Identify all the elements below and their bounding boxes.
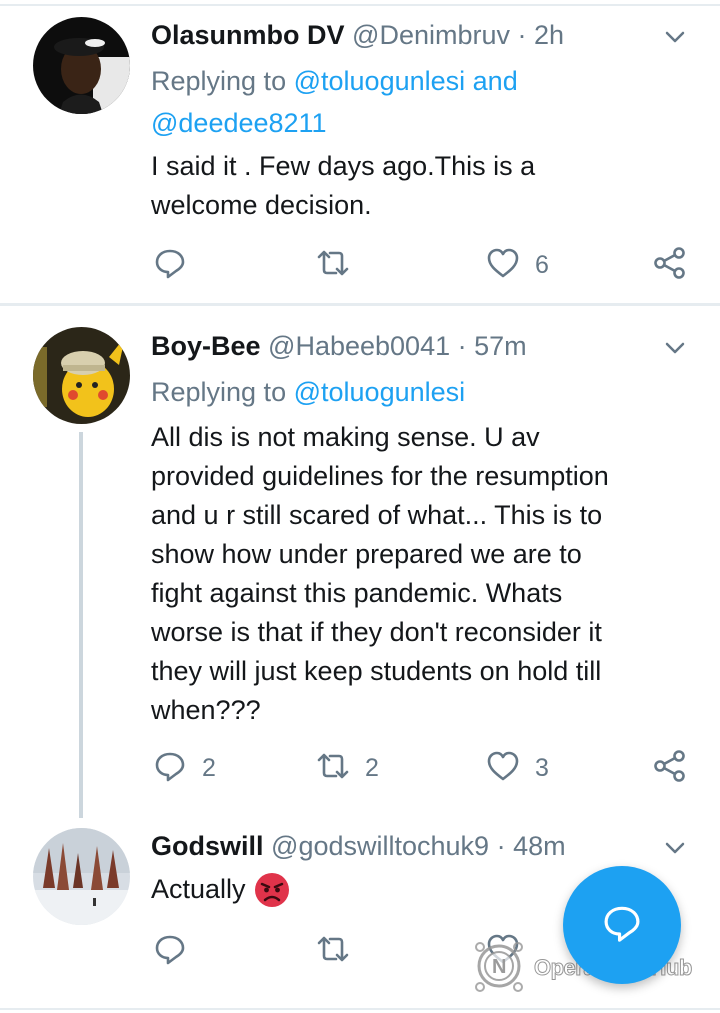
tweet-text-line: when???: [151, 695, 261, 725]
retweet-button[interactable]: 2: [315, 746, 379, 790]
tweet-text-line: and u r still scared of what... This is …: [151, 500, 603, 530]
avatar[interactable]: [33, 327, 130, 424]
compose-reply-icon: [600, 901, 644, 950]
reply-prefix: Replying to: [151, 66, 287, 96]
like-count: 6: [535, 250, 549, 279]
divider: [0, 303, 720, 306]
tweet-actions: 2 2 3: [0, 746, 720, 790]
chevron-down-icon[interactable]: [660, 833, 690, 863]
reply-button[interactable]: [152, 929, 188, 973]
tweet-text-line: worse is that if they don't reconsider i…: [151, 617, 602, 647]
tweet-text-line: provided guidelines for the resumption: [151, 461, 609, 491]
like-count: 3: [535, 753, 549, 782]
reply-and[interactable]: and: [473, 66, 518, 96]
retweet-icon: [315, 748, 351, 789]
timestamp[interactable]: 57m: [474, 331, 527, 361]
retweet-button[interactable]: [315, 929, 351, 973]
divider: [0, 1008, 720, 1010]
compose-reply-button[interactable]: [563, 866, 681, 984]
separator: ·: [517, 20, 527, 50]
tweet-text-line: Actually: [151, 874, 246, 904]
avatar[interactable]: [33, 828, 130, 925]
replying-to: Replying to @toluogunlesi: [151, 371, 691, 413]
tweet-text-line: I said it . Few days ago.This is a: [151, 151, 536, 181]
tweet-text-line: All dis is not making sense. U av: [151, 422, 540, 452]
timestamp[interactable]: 2h: [534, 20, 564, 50]
user-handle[interactable]: @Denimbruv: [352, 20, 510, 50]
separator: ·: [457, 331, 467, 361]
divider: [0, 4, 720, 6]
retweet-count: 2: [365, 753, 379, 782]
separator: ·: [496, 831, 506, 861]
tweet-actions: 6: [0, 243, 720, 287]
mention-link[interactable]: @deedee8211: [151, 108, 327, 138]
retweet-icon: [315, 245, 351, 286]
share-icon: [652, 245, 688, 286]
share-icon: [652, 748, 688, 789]
like-button[interactable]: 3: [485, 746, 549, 790]
display-name[interactable]: Godswill: [151, 831, 264, 861]
reply-prefix: Replying to: [151, 377, 287, 407]
like-icon: [485, 245, 521, 286]
like-button[interactable]: 6: [485, 243, 549, 287]
tweet-text-line: welcome decision.: [151, 190, 372, 220]
tweet-text-line: fight against this pandemic. Whats: [151, 578, 563, 608]
reply-count: 2: [202, 753, 216, 782]
tweet-text: I said it . Few days ago.This is a welco…: [151, 147, 691, 225]
tweet-text: All dis is not making sense. U av provid…: [151, 418, 691, 730]
user-handle[interactable]: @godswilltochuk9: [271, 831, 489, 861]
reply-button[interactable]: [152, 243, 202, 287]
reply-icon: [152, 931, 188, 972]
tweet-header: Boy-Bee @Habeeb0041 · 57m: [151, 328, 527, 364]
svg-text:N: N: [492, 956, 506, 978]
replying-to: Replying to @toluogunlesi and @deedee821…: [151, 60, 691, 144]
display-name[interactable]: Olasunmbo DV: [151, 20, 345, 50]
share-button[interactable]: [652, 243, 688, 287]
display-name[interactable]: Boy-Bee: [151, 331, 261, 361]
share-button[interactable]: [652, 746, 688, 790]
retweet-button[interactable]: [315, 243, 365, 287]
reply-icon: [152, 748, 188, 789]
watermark-logo-icon: N: [470, 937, 528, 1000]
tweet-header: Olasunmbo DV @Denimbruv · 2h: [151, 17, 564, 53]
chevron-down-icon[interactable]: [660, 333, 690, 363]
retweet-icon: [315, 931, 351, 972]
tweet-text-line: they will just keep students on hold til…: [151, 656, 602, 686]
tweet-header: Godswill @godswilltochuk9 · 48m: [151, 828, 566, 864]
avatar[interactable]: [33, 17, 130, 114]
like-icon: [485, 748, 521, 789]
tweet-feed: Olasunmbo DV @Denimbruv · 2h Replying to…: [0, 0, 720, 1013]
angry-face-emoji-icon: [254, 872, 290, 908]
chevron-down-icon[interactable]: [660, 22, 690, 52]
reply-icon: [152, 245, 188, 286]
mention-link[interactable]: @toluogunlesi: [294, 377, 466, 407]
mention-link[interactable]: @toluogunlesi: [294, 66, 466, 96]
reply-button[interactable]: 2: [152, 746, 216, 790]
tweet-text-line: show how under prepared we are to: [151, 539, 582, 569]
timestamp[interactable]: 48m: [513, 831, 566, 861]
user-handle[interactable]: @Habeeb0041: [268, 331, 450, 361]
